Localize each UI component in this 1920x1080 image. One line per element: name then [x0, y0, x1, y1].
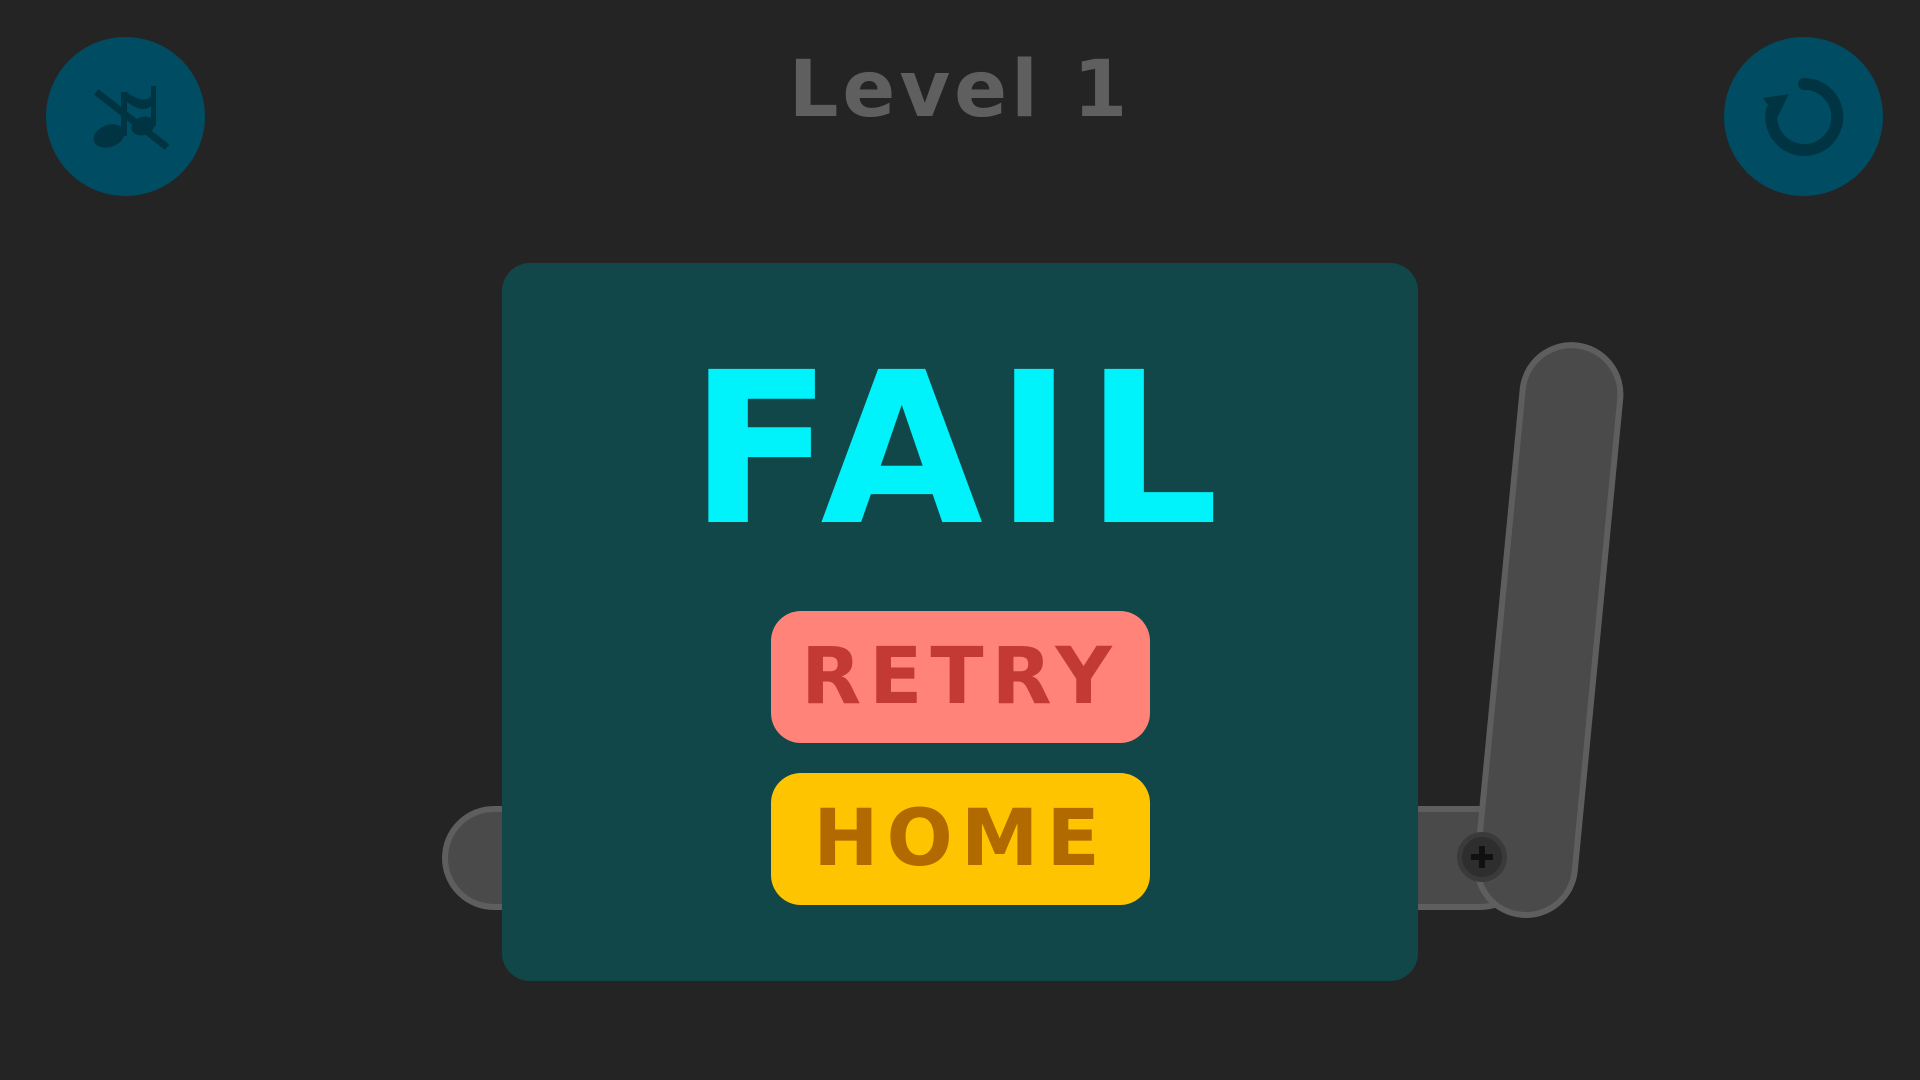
restart-button[interactable]	[1724, 37, 1883, 196]
music-toggle-button[interactable]	[46, 37, 205, 196]
retry-button[interactable]: RETRY	[771, 611, 1150, 743]
home-button[interactable]: HOME	[771, 773, 1150, 905]
fail-title: FAIL	[689, 327, 1231, 572]
restart-icon	[1762, 77, 1843, 156]
pivot-screw-icon	[1457, 832, 1507, 882]
level-title: Level 1	[788, 45, 1132, 135]
game-stage: Level 1 FAIL RETRY HOME	[0, 0, 1920, 1080]
music-muted-icon	[93, 85, 169, 150]
